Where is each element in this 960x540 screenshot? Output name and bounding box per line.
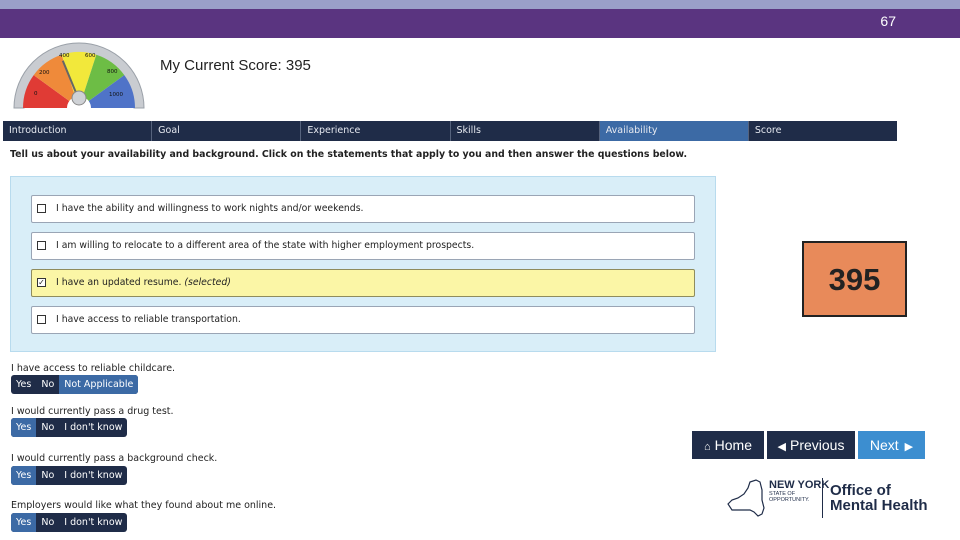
- gauge-label-400: 400: [59, 53, 70, 59]
- top-accent-bar: [0, 0, 960, 9]
- omh-wordmark: Office of Mental Health: [830, 483, 928, 513]
- selected-note: (selected): [184, 277, 231, 288]
- question-online-presence: Employers would like what they found abo…: [11, 500, 277, 511]
- home-button[interactable]: ⌂ Home: [692, 431, 764, 459]
- previous-button[interactable]: ◀ Previous: [767, 431, 855, 459]
- statement-label: I have access to reliable transportation…: [56, 314, 241, 325]
- next-button[interactable]: Next ▶: [858, 431, 925, 459]
- previous-label: Previous: [790, 437, 845, 453]
- checkbox-icon[interactable]: [37, 204, 46, 213]
- slide-header-bar: 67: [0, 9, 960, 38]
- instructions-text: Tell us about your availability and back…: [10, 149, 688, 160]
- question-drug-test: I would currently pass a drug test.: [11, 406, 174, 417]
- question-childcare: I have access to reliable childcare.: [11, 363, 176, 374]
- page-number: 67: [880, 13, 896, 29]
- option-yes[interactable]: Yes: [11, 418, 37, 437]
- page-title: My Current Score: 395: [160, 57, 311, 74]
- logo-divider: [822, 478, 823, 518]
- nys-title: NEW YORK: [769, 479, 830, 491]
- option-yes[interactable]: Yes: [11, 466, 37, 485]
- arrow-left-icon: ◀: [777, 441, 786, 453]
- omh-logo: NEW YORK STATE OF OPPORTUNITY. Office of…: [724, 472, 936, 522]
- gauge-label-0: 0: [34, 91, 38, 97]
- checkbox-icon[interactable]: [37, 315, 46, 324]
- gauge-label-800: 800: [107, 69, 118, 75]
- tab-skills[interactable]: Skills: [451, 121, 600, 141]
- statements-panel: I have the ability and willingness to wo…: [10, 176, 716, 352]
- omh-line-1: Office of: [830, 482, 891, 499]
- drug-test-options: Yes No I don't know: [11, 418, 128, 437]
- home-icon: ⌂: [703, 441, 711, 453]
- statement-label: I am willing to relocate to a different …: [56, 240, 475, 251]
- statement-label: I have an updated resume.: [56, 277, 182, 288]
- option-no[interactable]: No: [36, 513, 59, 532]
- option-no[interactable]: No: [36, 375, 59, 394]
- option-not-applicable[interactable]: Not Applicable: [59, 375, 139, 394]
- next-label: Next: [869, 437, 899, 453]
- gauge-label-200: 200: [39, 70, 50, 76]
- option-yes[interactable]: Yes: [11, 513, 37, 532]
- background-check-options: Yes No I don't know: [11, 466, 128, 485]
- statement-transportation[interactable]: I have access to reliable transportation…: [31, 306, 695, 334]
- tab-goal[interactable]: Goal: [152, 121, 302, 141]
- option-dont-know[interactable]: I don't know: [59, 418, 127, 437]
- score-display: 395: [802, 241, 907, 317]
- new-york-state-icon: [727, 479, 765, 517]
- score-gauge: 0 200 400 600 800 1000: [13, 42, 145, 109]
- option-yes[interactable]: Yes: [11, 375, 36, 394]
- option-no[interactable]: No: [36, 418, 59, 437]
- option-no[interactable]: No: [36, 466, 59, 485]
- statement-relocate[interactable]: I am willing to relocate to a different …: [31, 232, 695, 260]
- checkbox-icon[interactable]: [37, 241, 46, 250]
- tab-introduction[interactable]: Introduction: [3, 121, 153, 141]
- tab-availability[interactable]: Availability: [599, 121, 749, 141]
- childcare-options: Yes No Not Applicable: [11, 375, 139, 394]
- statement-updated-resume[interactable]: ✓ I have an updated resume. (selected): [31, 269, 695, 297]
- statement-nights-weekends[interactable]: I have the ability and willingness to wo…: [31, 195, 695, 223]
- tab-score[interactable]: Score: [749, 121, 897, 141]
- statement-label: I have the ability and willingness to wo…: [56, 203, 364, 214]
- gauge-hub: [71, 90, 87, 106]
- arrow-right-icon: ▶: [904, 441, 914, 453]
- nys-sub-2: OPPORTUNITY.: [769, 497, 810, 503]
- home-label: Home: [714, 437, 752, 453]
- gauge-label-1000: 1000: [109, 92, 123, 98]
- section-tabs: Introduction Goal Experience Skills Avai…: [3, 121, 897, 141]
- gauge-label-600: 600: [85, 53, 96, 59]
- question-background-check: I would currently pass a background chec…: [11, 453, 218, 464]
- checkbox-checked-icon[interactable]: ✓: [37, 278, 46, 287]
- nys-wordmark: NEW YORK STATE OF OPPORTUNITY.: [769, 479, 830, 504]
- option-dont-know[interactable]: I don't know: [59, 513, 127, 532]
- option-dont-know[interactable]: I don't know: [59, 466, 127, 485]
- tab-experience[interactable]: Experience: [301, 121, 451, 141]
- online-presence-options: Yes No I don't know: [11, 513, 128, 532]
- omh-line-2: Mental Health: [830, 497, 928, 514]
